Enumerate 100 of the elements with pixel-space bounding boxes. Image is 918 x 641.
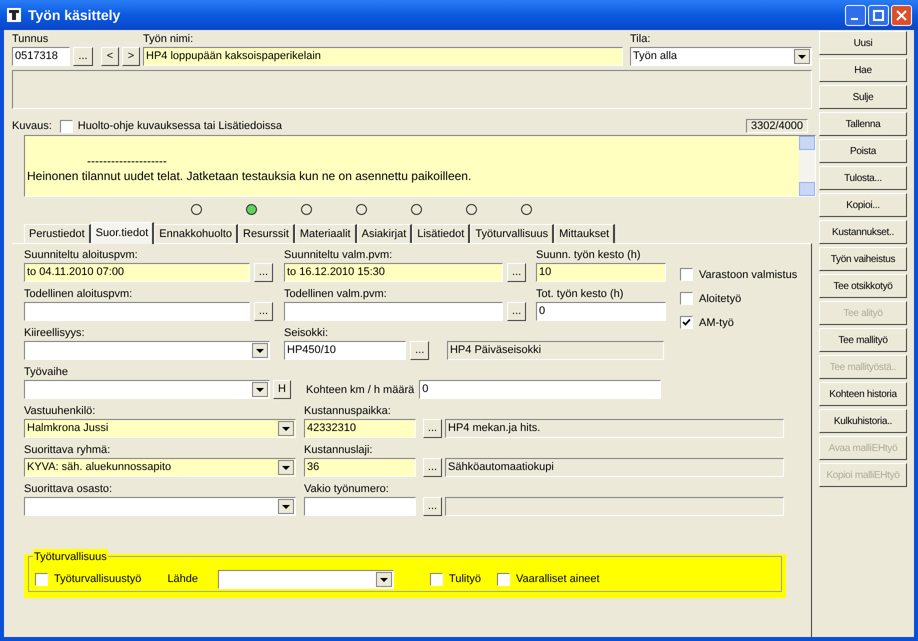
lookup-button[interactable]: ... xyxy=(254,302,273,321)
input-field[interactable]: HP4 loppupään kaksoispaperikelain xyxy=(143,47,623,66)
tab[interactable]: Resurssit xyxy=(238,224,295,243)
action-button[interactable]: Tee mallityö xyxy=(819,328,907,352)
tab[interactable]: Lisätiedot xyxy=(412,224,470,243)
field-label: Vakio työnumero: xyxy=(304,482,390,496)
action-button[interactable]: Hae xyxy=(819,58,907,82)
field-label: Kustannuslaji: xyxy=(304,443,374,457)
scrollbar[interactable] xyxy=(799,136,815,196)
lookup-button[interactable]: ... xyxy=(507,263,526,282)
action-button[interactable]: Kustannukset.. xyxy=(819,220,907,244)
action-button[interactable]: Poista xyxy=(819,139,907,163)
input-field[interactable] xyxy=(24,302,250,321)
dropdown[interactable] xyxy=(24,497,296,516)
checkbox[interactable] xyxy=(497,572,510,586)
field-label: Työvaihe xyxy=(24,365,70,379)
field-label: AM-työ xyxy=(699,316,734,330)
lookup-button[interactable]: ... xyxy=(410,341,430,360)
field-label: Aloitetyö xyxy=(699,292,742,306)
tab[interactable]: Ennakkohuolto xyxy=(154,224,238,243)
tab[interactable]: Asiakirjat xyxy=(356,224,412,243)
checkbox[interactable] xyxy=(60,120,73,132)
input-field[interactable]: 10 xyxy=(536,263,666,282)
field-label: Tot. työn kesto (h) xyxy=(536,287,624,301)
field-label: Työn nimi: xyxy=(143,32,194,46)
input-field[interactable]: to 16.12.2010 15:30 xyxy=(284,263,504,282)
maximize-button[interactable] xyxy=(868,4,889,26)
checkbox[interactable] xyxy=(680,268,693,281)
lookup-button[interactable]: ... xyxy=(423,458,442,477)
lookup-button[interactable]: ... xyxy=(423,497,442,516)
dropdown[interactable] xyxy=(24,341,270,360)
character-counter: 3302/4000 xyxy=(746,119,808,133)
lookup-button[interactable]: ... xyxy=(423,419,442,438)
action-button[interactable]: Tallenna xyxy=(819,112,907,136)
input-field[interactable]: 0 xyxy=(419,380,662,399)
description-text: Heinonen tilannut uudet telat. Jatketaan testauksia kun ne on asennettu paikoilleen. xyxy=(27,169,472,184)
app-icon xyxy=(6,7,22,23)
field-label: Kustannuspaikka: xyxy=(304,404,392,418)
checkbox[interactable] xyxy=(430,572,444,586)
tab[interactable]: Työturvallisuus xyxy=(470,224,554,243)
lookup-button[interactable]: > xyxy=(122,47,140,66)
field-label: Todellinen valm.pvm: xyxy=(284,287,388,301)
tab[interactable]: Mittaukset xyxy=(554,224,616,243)
checkbox[interactable] xyxy=(680,292,693,305)
input-field[interactable] xyxy=(284,302,504,321)
dropdown[interactable] xyxy=(24,380,270,399)
action-button[interactable]: Uusi xyxy=(819,31,907,55)
field-label: Suorittava ryhmä: xyxy=(24,443,112,457)
lookup-button[interactable]: ... xyxy=(73,47,93,66)
field-label: Työturvallisuustyö xyxy=(54,572,142,586)
input-field[interactable] xyxy=(304,497,416,516)
field-label: Vastuuhenkilö: xyxy=(24,404,96,418)
action-button[interactable]: Työn vaiheistus xyxy=(819,247,907,271)
field-label: Suorittava osasto: xyxy=(24,482,114,496)
checkbox[interactable] xyxy=(680,316,693,329)
dropdown[interactable]: Työn alla xyxy=(630,47,812,66)
readonly-field[interactable]: Sähköautomaatiokupi xyxy=(445,458,784,477)
lookup-button[interactable]: H xyxy=(273,380,291,399)
field-label: Suunn. työn kesto (h) xyxy=(536,248,642,262)
window-title: Työn käsittely xyxy=(28,6,120,25)
field-label: Vaaralliset aineet xyxy=(516,572,600,586)
action-button[interactable]: Kohteen historia xyxy=(819,382,907,406)
readonly-field[interactable]: HP4 Päiväseisokki xyxy=(446,341,664,360)
dropdown[interactable] xyxy=(218,570,394,588)
description-textarea[interactable]: -------------------- Heinonen tilannut uudet telat. Jatketaan testauksia kun ne on asennettu paikoilleen. xyxy=(24,135,816,197)
readonly-field[interactable] xyxy=(445,497,784,516)
action-button[interactable]: Tee otsikkotyö xyxy=(819,274,907,298)
action-button[interactable]: Kulkuhistoria.. xyxy=(819,409,907,433)
input-field[interactable]: to 04.11.2010 07:00 xyxy=(24,263,250,282)
lookup-button[interactable]: ... xyxy=(507,302,526,321)
field-label: Kohteen km / h määrä xyxy=(306,382,414,396)
input-field[interactable]: 42332310 xyxy=(304,419,416,438)
field-label: Kuvaus: xyxy=(12,119,52,133)
tab[interactable]: Materiaalit xyxy=(294,224,357,243)
action-button[interactable]: Tulosta... xyxy=(819,166,907,190)
input-field[interactable]: HP450/10 xyxy=(284,341,406,360)
field-label: Lähde xyxy=(167,572,198,586)
dropdown[interactable]: Halmkrona Jussi xyxy=(24,419,296,438)
tab[interactable]: Suor.tiedot xyxy=(90,222,154,244)
tab[interactable]: Perustiedot xyxy=(24,224,91,243)
close-button[interactable] xyxy=(891,4,912,26)
input-field[interactable]: 0 xyxy=(536,302,666,321)
minimize-button[interactable] xyxy=(845,4,866,26)
dropdown[interactable]: KYVA: säh. aluekunnossapito xyxy=(24,458,296,477)
action-button[interactable]: Kopioi... xyxy=(819,193,907,217)
readonly-field[interactable]: HP4 mekan.ja hits. xyxy=(445,419,784,438)
checkbox[interactable] xyxy=(35,572,48,586)
field-label: Tunnus xyxy=(12,32,50,46)
group-title: Työturvallisuus xyxy=(33,549,108,566)
lookup-button[interactable]: < xyxy=(101,47,119,66)
field-label: Tila: xyxy=(630,32,652,46)
field-label: Varastoon valmistus xyxy=(699,268,798,282)
field-label: Seisokki: xyxy=(284,326,330,340)
action-button[interactable]: Sulje xyxy=(819,85,907,109)
field-label: Tulityö xyxy=(449,572,482,586)
input-field[interactable]: 36 xyxy=(304,458,416,477)
input-field[interactable]: 0517318 xyxy=(12,47,70,66)
lookup-button[interactable]: ... xyxy=(254,263,273,282)
description-text: -------------------- xyxy=(86,154,168,169)
field-label: Kiireellisyys: xyxy=(24,326,86,340)
